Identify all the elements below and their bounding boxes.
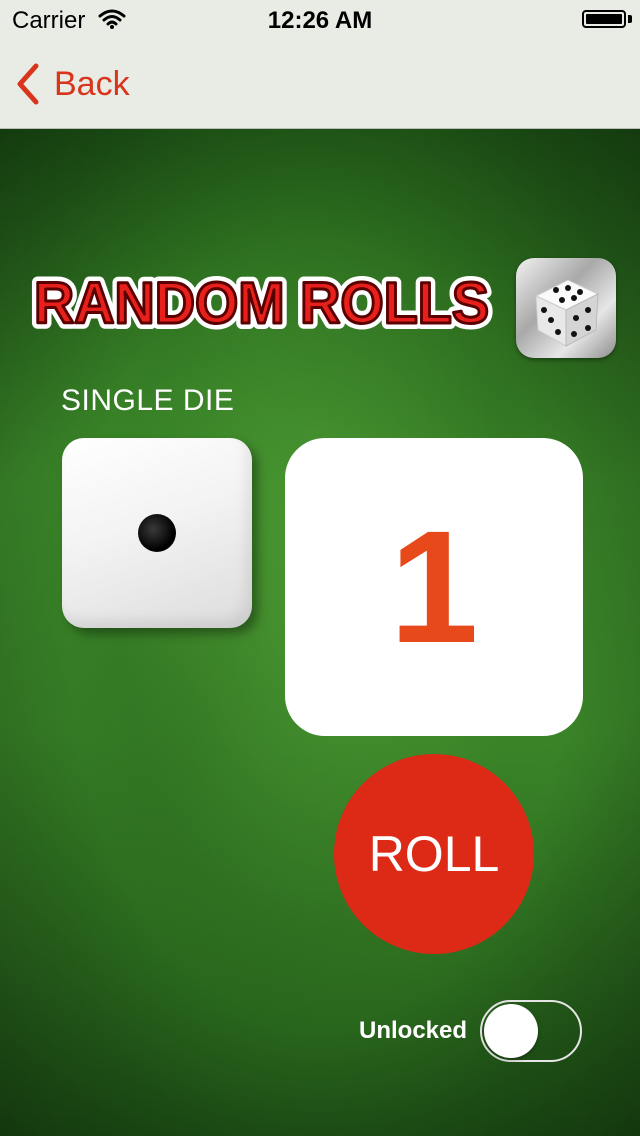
back-button[interactable]: Back xyxy=(14,62,130,106)
dice-icon xyxy=(534,279,600,347)
battery-icon xyxy=(582,10,626,28)
back-label: Back xyxy=(54,64,130,103)
unlocked-label: Unlocked xyxy=(359,1017,468,1044)
logo-title: RANDOM ROLLS xyxy=(34,271,489,336)
single-die[interactable] xyxy=(62,438,252,628)
roll-button[interactable]: ROLL xyxy=(334,754,534,954)
random-rolls-logo: RANDOM ROLLS RANDOM ROLLS xyxy=(28,268,495,338)
result-value: 1 xyxy=(389,497,479,676)
toggle-knob xyxy=(484,1004,538,1058)
roll-label: ROLL xyxy=(368,826,500,882)
unlocked-toggle[interactable] xyxy=(480,1000,582,1062)
status-bar: Carrier 12:26 AM xyxy=(0,0,640,40)
battery-tip xyxy=(628,15,632,23)
status-time: 12:26 AM xyxy=(267,7,373,34)
navigation-bar: Back xyxy=(0,40,640,129)
dice-app-icon xyxy=(516,258,616,358)
result-panel: 1 xyxy=(285,438,583,736)
die-pip xyxy=(138,514,176,552)
chevron-left-icon xyxy=(17,63,39,105)
mode-label: SINGLE DIE xyxy=(61,384,235,417)
